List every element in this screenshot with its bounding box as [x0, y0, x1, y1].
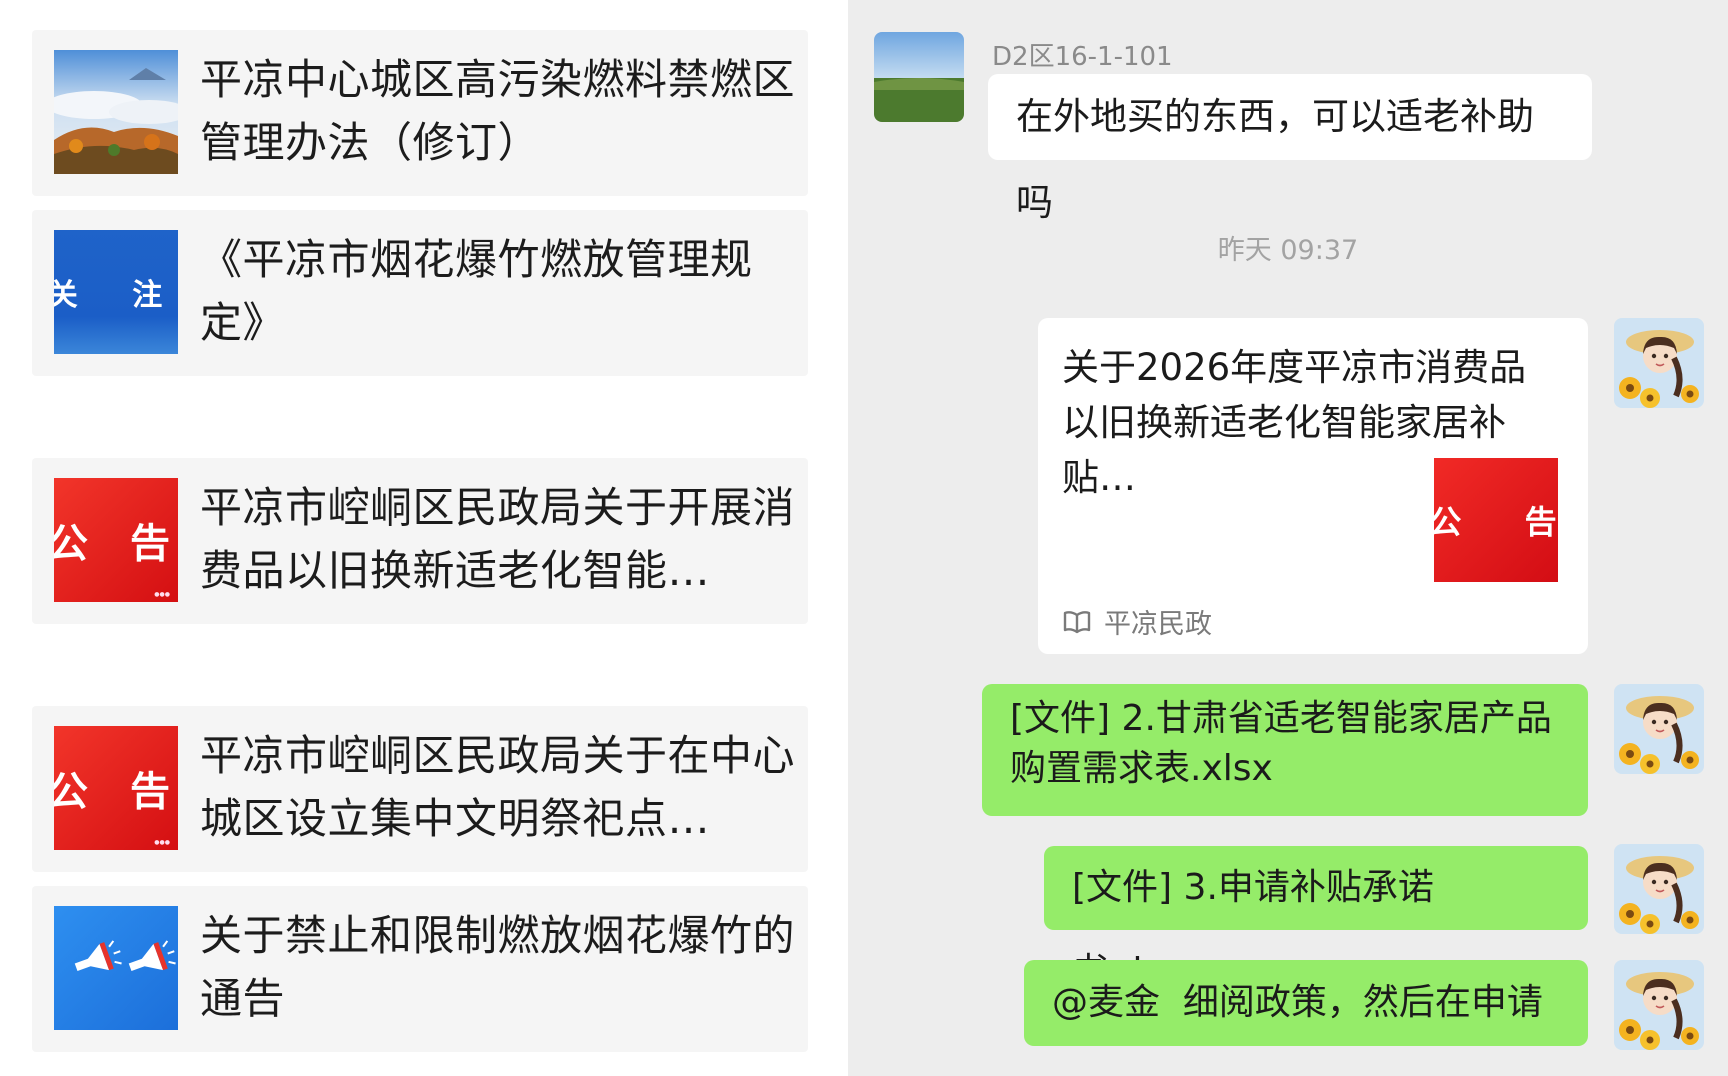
shared-article-card[interactable]: 关于2026年度平凉市消费品以旧换新适老化智能家居补贴… 公 告 平凉民政: [1038, 318, 1588, 654]
article-source: 平凉民政: [1062, 602, 1212, 641]
article-card[interactable]: 关于禁止和限制燃放烟花爆竹的通告: [32, 886, 808, 1052]
article-title: 平凉市崆峒区民政局关于开展消费品以旧换新适老化智能…: [200, 483, 796, 595]
watermark-icon: ●●●: [154, 839, 170, 846]
message-text: [文件] 2.甘肃省适老智能家居产品购置需求表.xlsx: [1010, 698, 1552, 789]
chat-panel: D2区16-1-101 在外地买的东西，可以适老补助吗 昨天 09:37 关于2…: [848, 0, 1728, 1076]
incoming-message-bubble[interactable]: 在外地买的东西，可以适老补助吗: [988, 74, 1592, 224]
focus-thumbnail: 关 注: [54, 230, 178, 354]
article-card[interactable]: 公 告 ●●● 平凉市崆峒区民政局关于在中心城区设立集中文明祭祀点…: [32, 706, 808, 872]
message-timestamp: 昨天 09:37: [1217, 235, 1359, 266]
megaphone-thumbnail: [54, 906, 178, 1030]
my-avatar[interactable]: [1614, 844, 1704, 934]
article-title: 《平凉市烟花爆竹燃放管理规定》: [200, 235, 753, 347]
notice-thumbnail: 公 告: [1429, 458, 1558, 582]
message-text: 在外地买的东西，可以适老补助吗: [1016, 95, 1534, 224]
message-text: @麦金 细阅政策，然后在申请: [1052, 982, 1543, 1023]
article-card[interactable]: 关 注 《平凉市烟花爆竹燃放管理规定》: [32, 210, 808, 376]
thumbnail-label: 关 注: [54, 278, 178, 313]
article-title: 关于禁止和限制燃放烟花爆竹的通告: [200, 911, 796, 1023]
outgoing-text-message[interactable]: @麦金 细阅政策，然后在申请: [1024, 960, 1588, 1046]
mountain-thumbnail: [54, 50, 178, 174]
article-list: 平凉中心城区高污染燃料禁燃区管理办法（修订） 关 注 《平凉市烟花爆竹燃放管理规…: [0, 0, 848, 1076]
my-avatar[interactable]: [1614, 684, 1704, 774]
notice-thumbnail: 公 告 ●●●: [54, 726, 178, 850]
sender-name: D2区16-1-101: [992, 42, 1173, 72]
outgoing-file-message[interactable]: [文件] 3.申请补贴承诺书.docx: [1044, 846, 1588, 992]
megaphone-icon: [74, 940, 176, 972]
source-name: 平凉民政: [1104, 609, 1212, 640]
article-title: 平凉中心城区高污染燃料禁燃区管理办法（修订）: [200, 55, 796, 167]
watermark-icon: ●●●: [154, 591, 170, 598]
thumbnail-label: 公 告: [54, 521, 178, 567]
my-avatar[interactable]: [1614, 960, 1704, 1050]
thumbnail-label: 公 告: [1429, 503, 1583, 541]
article-title: 平凉市崆峒区民政局关于在中心城区设立集中文明祭祀点…: [200, 731, 796, 843]
thumbnail-label: 公 告: [54, 769, 178, 815]
sender-avatar[interactable]: [874, 32, 964, 122]
notice-thumbnail: 公 告 ●●●: [54, 478, 178, 602]
article-card[interactable]: 公 告 ●●● 平凉市崆峒区民政局关于开展消费品以旧换新适老化智能…: [32, 458, 808, 624]
official-account-icon: [1063, 610, 1091, 633]
outgoing-file-message[interactable]: [文件] 2.甘肃省适老智能家居产品购置需求表.xlsx: [982, 684, 1588, 816]
my-avatar[interactable]: [1614, 318, 1704, 408]
article-card[interactable]: 平凉中心城区高污染燃料禁燃区管理办法（修订）: [32, 30, 808, 196]
